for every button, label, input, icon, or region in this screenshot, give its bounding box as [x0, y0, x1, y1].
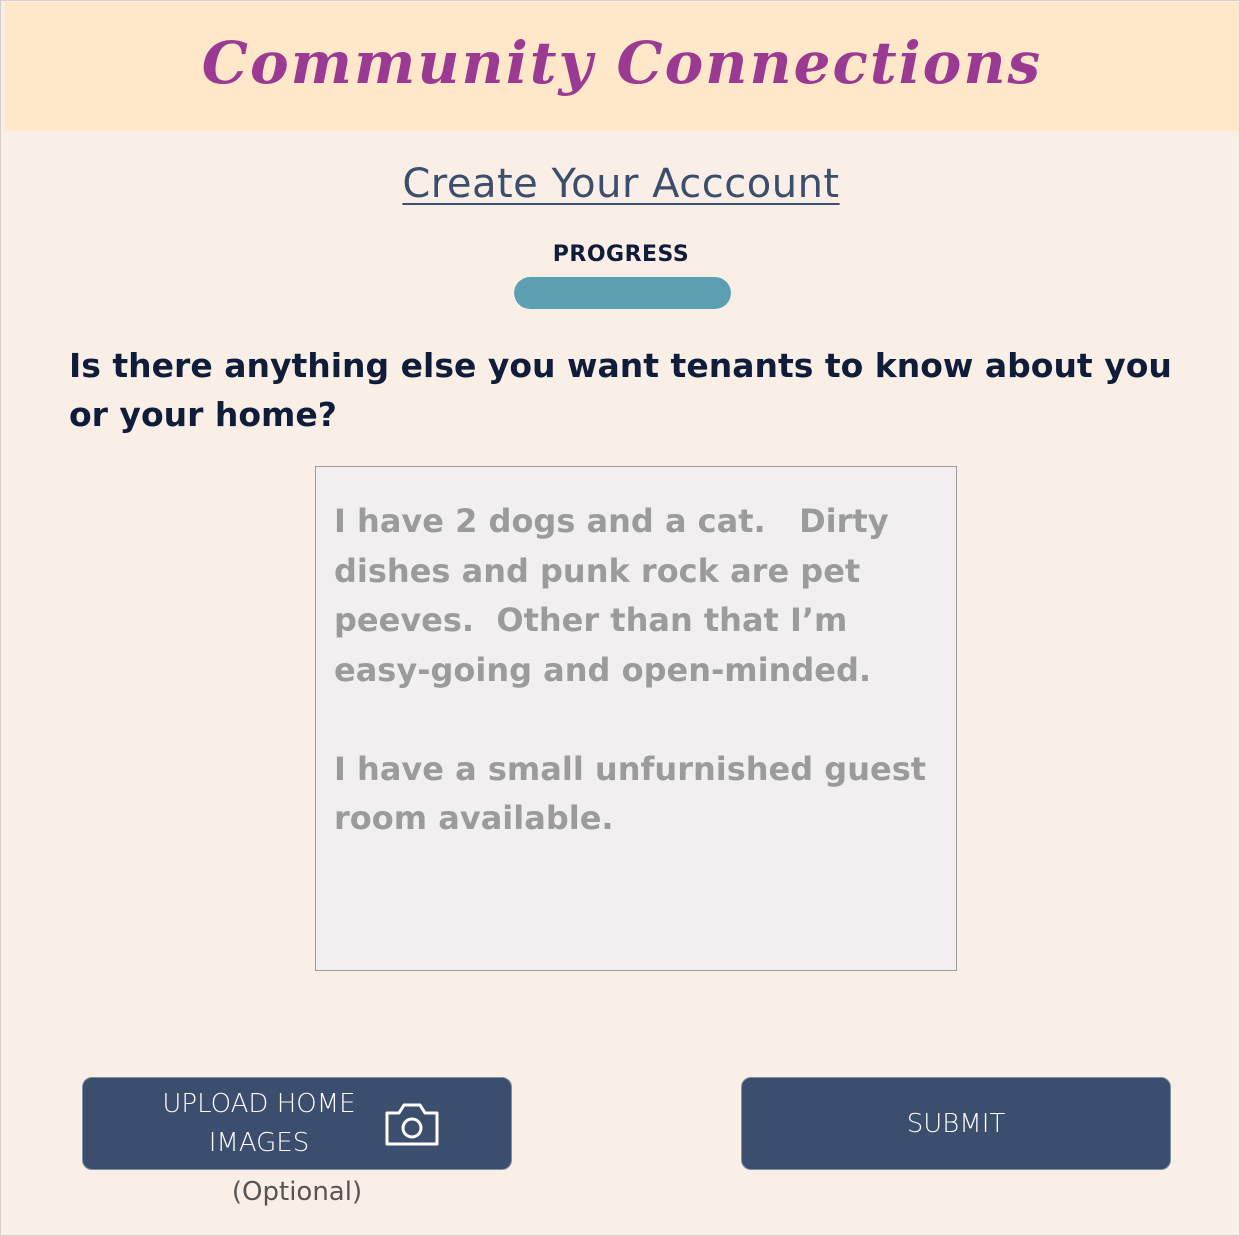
question-text: Is there anything else you want tenants …: [69, 346, 1172, 434]
upload-optional-note: (Optional): [231, 1177, 363, 1207]
app-frame: Community Connections Create Your Acccou…: [0, 0, 1240, 1236]
submit-button[interactable]: SUBMIT: [741, 1077, 1171, 1170]
upload-home-images-button[interactable]: UPLOAD HOME IMAGES: [82, 1077, 512, 1170]
app-title: Community Connections: [201, 28, 1043, 97]
app-header: Community Connections: [5, 2, 1239, 131]
progress-label: PROGRESS: [552, 242, 690, 267]
progress-fill: [514, 277, 731, 309]
upload-button-label: UPLOAD HOME IMAGES: [162, 1088, 356, 1158]
answer-textarea[interactable]: [315, 466, 957, 971]
page-title: Create Your Acccount: [402, 161, 840, 207]
camera-icon: [384, 1101, 440, 1147]
progress-bar: [514, 277, 731, 309]
